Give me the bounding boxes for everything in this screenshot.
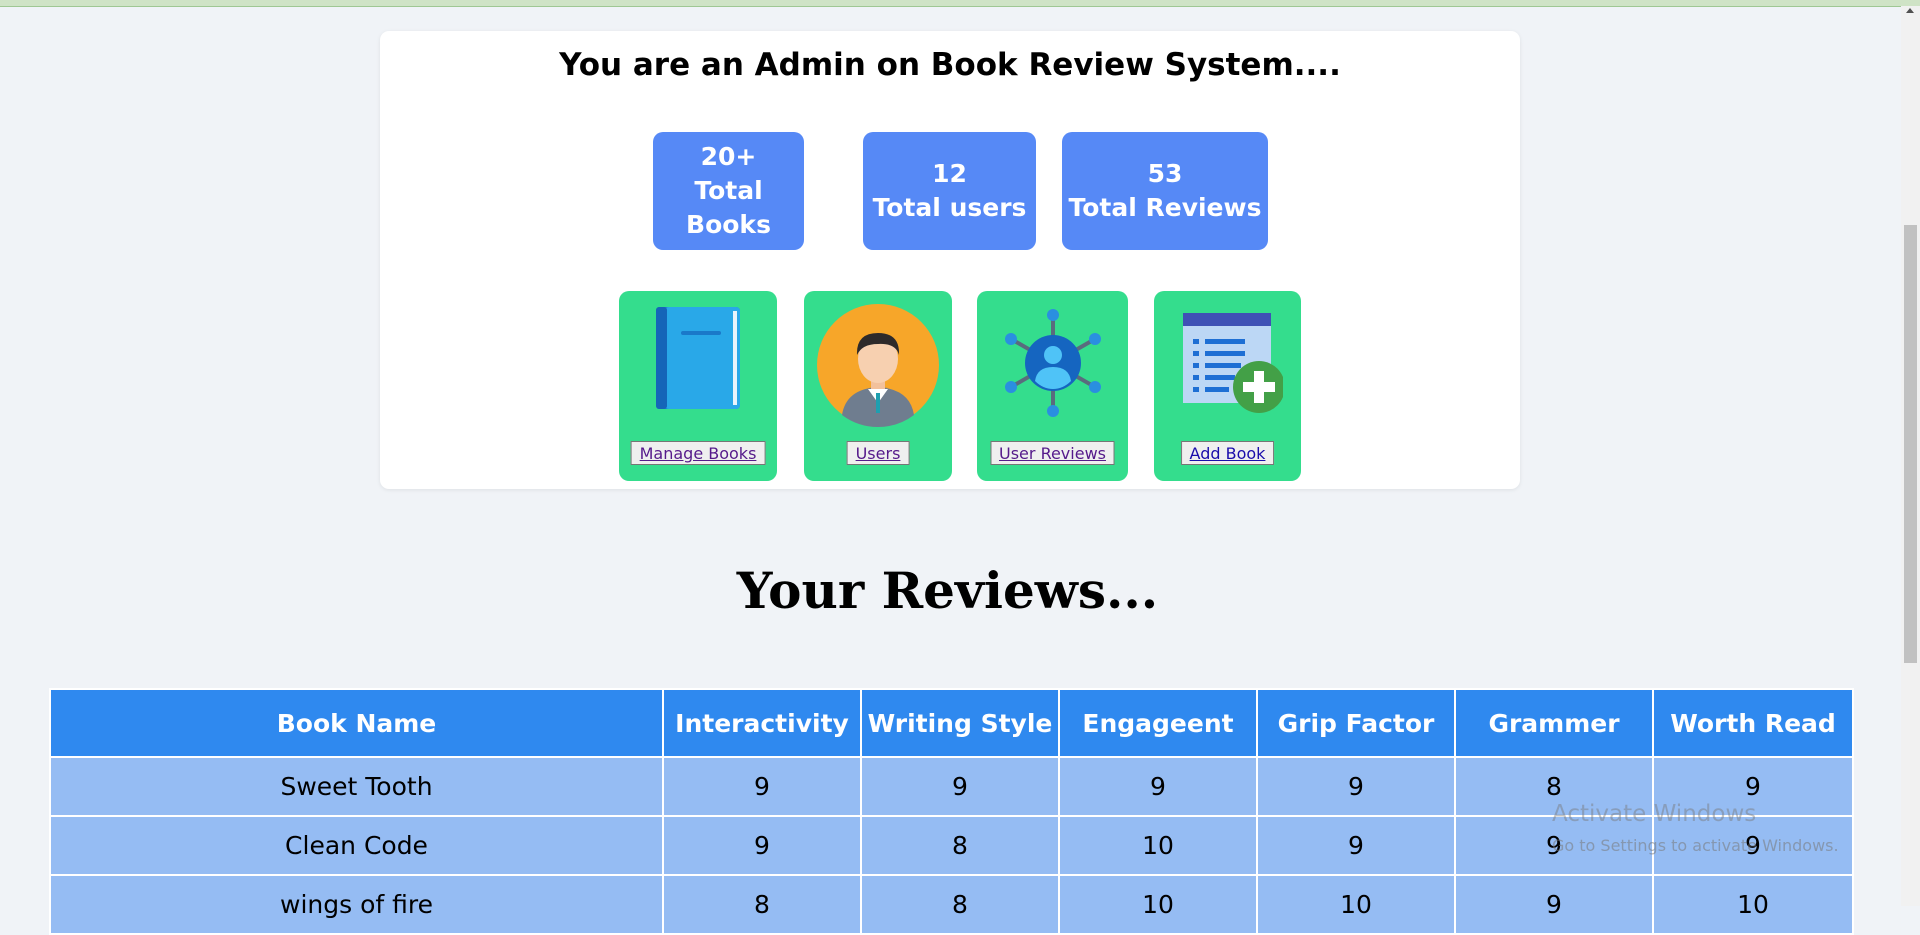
stat-total-users: 12 Total users bbox=[863, 132, 1036, 250]
stat-value: 53 bbox=[1147, 159, 1183, 188]
vertical-scrollbar[interactable] bbox=[1901, 6, 1920, 906]
user-network-icon bbox=[1004, 309, 1101, 417]
column-header: Worth Read bbox=[1652, 688, 1854, 758]
table-cell: 10 bbox=[1058, 815, 1258, 876]
admin-dashboard-card: You are an Admin on Book Review System..… bbox=[380, 31, 1520, 489]
scroll-up-arrow-icon[interactable] bbox=[1906, 8, 1914, 13]
admin-title: You are an Admin on Book Review System..… bbox=[559, 47, 1341, 83]
table-cell: Clean Code bbox=[49, 815, 664, 876]
reviews-heading: Your Reviews... bbox=[736, 561, 1159, 620]
tile-users: Users bbox=[804, 291, 952, 481]
user-reviews-button[interactable]: User Reviews bbox=[990, 441, 1115, 465]
table-cell: 9 bbox=[1454, 874, 1654, 935]
table-cell: 9 bbox=[1058, 756, 1258, 817]
user-avatar-icon bbox=[817, 304, 939, 427]
table-header-row: Book Name Interactivity Writing Style En… bbox=[49, 688, 1854, 758]
stat-label: Total Books bbox=[686, 176, 771, 239]
column-header: Engageent bbox=[1058, 688, 1258, 758]
table-cell: 9 bbox=[1256, 756, 1456, 817]
table-cell: 8 bbox=[860, 815, 1060, 876]
stat-value: 12 bbox=[932, 159, 967, 188]
column-header: Writing Style bbox=[860, 688, 1060, 758]
table-cell: 10 bbox=[1652, 874, 1854, 935]
table-cell: 10 bbox=[1058, 874, 1258, 935]
add-book-button[interactable]: Add Book bbox=[1180, 441, 1275, 465]
table-cell: 9 bbox=[860, 756, 1060, 817]
column-header: Interactivity bbox=[662, 688, 862, 758]
tile-add-book: Add Book bbox=[1154, 291, 1301, 481]
stat-label: Total Reviews bbox=[1068, 193, 1262, 222]
stat-label: Total users bbox=[872, 193, 1027, 222]
book-icon bbox=[656, 307, 740, 409]
table-cell: 9 bbox=[1256, 815, 1456, 876]
table-cell: 10 bbox=[1256, 874, 1456, 935]
stat-total-reviews: 53 Total Reviews bbox=[1062, 132, 1268, 250]
table-cell: 8 bbox=[860, 874, 1060, 935]
table-cell: Sweet Tooth bbox=[49, 756, 664, 817]
users-button[interactable]: Users bbox=[846, 441, 910, 465]
activate-windows-hint: Go to Settings to activate Windows. bbox=[1552, 836, 1839, 855]
stat-total-books: 20+ Total Books bbox=[653, 132, 804, 250]
table-row: wings of fire 8 8 10 10 9 10 bbox=[49, 874, 1854, 935]
tile-manage-books: Manage Books bbox=[619, 291, 777, 481]
table-cell: 9 bbox=[662, 815, 862, 876]
stat-value: 20+ bbox=[700, 142, 757, 171]
scrollbar-thumb[interactable] bbox=[1904, 225, 1917, 663]
table-cell: wings of fire bbox=[49, 874, 664, 935]
manage-books-button[interactable]: Manage Books bbox=[630, 441, 766, 465]
add-document-icon bbox=[1182, 313, 1283, 413]
tile-user-reviews: User Reviews bbox=[977, 291, 1128, 481]
activate-windows-watermark: Activate Windows bbox=[1552, 801, 1757, 827]
browser-top-edge bbox=[0, 0, 1920, 7]
table-cell: 9 bbox=[662, 756, 862, 817]
table-cell: 8 bbox=[662, 874, 862, 935]
column-header: Grip Factor bbox=[1256, 688, 1456, 758]
column-header: Grammer bbox=[1454, 688, 1654, 758]
column-header: Book Name bbox=[49, 688, 664, 758]
